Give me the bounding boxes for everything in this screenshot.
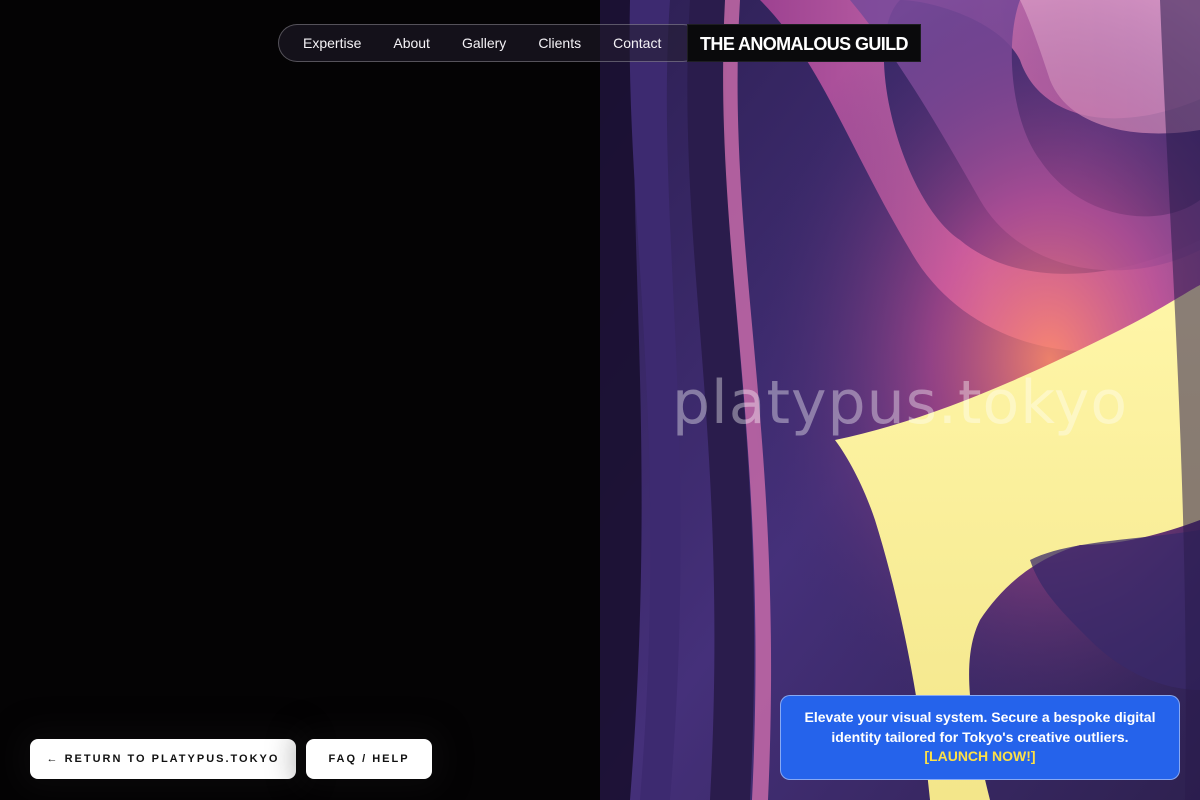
nav-item-clients[interactable]: Clients	[522, 25, 597, 61]
nav-item-contact[interactable]: Contact	[597, 25, 677, 61]
promo-card: Elevate your visual system. Secure a bes…	[780, 695, 1180, 780]
nav-item-gallery[interactable]: Gallery	[446, 25, 522, 61]
launch-now-link[interactable]: [LAUNCH NOW!]	[924, 747, 1035, 767]
promo-text: Elevate your visual system. Secure a bes…	[804, 709, 1156, 745]
left-dark-panel	[0, 0, 600, 800]
top-navigation: Expertise About Gallery Clients Contact	[278, 24, 702, 62]
nav-item-about[interactable]: About	[377, 25, 446, 61]
hero-artwork	[600, 0, 1200, 800]
return-button[interactable]: ← RETURN TO PLATYPUS.TOKYO	[30, 739, 296, 779]
abstract-art-image	[600, 0, 1200, 800]
brand-logo[interactable]: THE ANOMALOUS GUILD	[687, 24, 921, 62]
nav-item-expertise[interactable]: Expertise	[287, 25, 377, 61]
faq-button[interactable]: FAQ / HELP	[306, 739, 432, 779]
page: platypus.tokyo Expertise About Gallery C…	[0, 0, 1200, 800]
